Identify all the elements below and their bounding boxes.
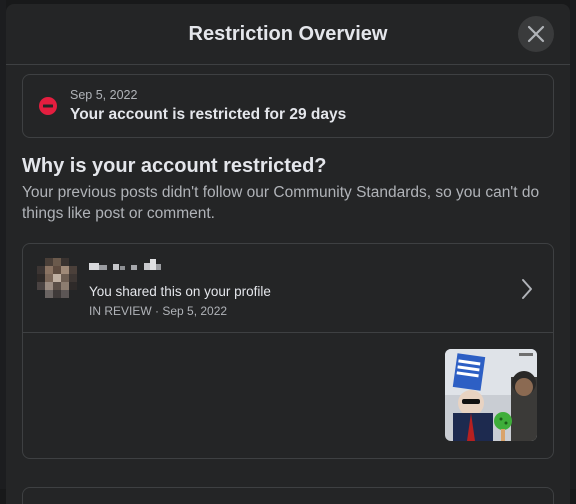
- chevron-right-icon[interactable]: [521, 278, 533, 300]
- restriction-dialog: Restriction Overview Sep 5, 2022 Your ac…: [6, 4, 570, 504]
- close-button[interactable]: [518, 16, 554, 52]
- close-icon: [527, 25, 545, 43]
- flagged-post-card: You shared this on your profile IN REVIE…: [22, 243, 554, 459]
- background-page-right: [570, 0, 576, 489]
- restricted-icon: [39, 97, 57, 115]
- reason-description: Your previous posts didn't follow our Co…: [22, 184, 540, 222]
- status-text-block: Sep 5, 2022 Your account is restricted f…: [70, 88, 346, 124]
- blurred-username: [89, 259, 161, 270]
- status-date: Sep 5, 2022: [70, 88, 138, 102]
- dialog-header: Restriction Overview: [6, 4, 570, 65]
- dialog-title: Restriction Overview: [188, 22, 388, 45]
- status-message: Your account is restricted for 29 days: [70, 106, 347, 123]
- post-status-meta: IN REVIEW · Sep 5, 2022: [89, 304, 228, 318]
- dialog-content: Sep 5, 2022 Your account is restricted f…: [6, 65, 570, 504]
- reason-heading: Why is your account restricted?: [22, 155, 327, 177]
- post-image-thumbnail[interactable]: [445, 349, 537, 441]
- next-post-card: [22, 487, 554, 504]
- avatar: [37, 258, 77, 302]
- restriction-status-card: Sep 5, 2022 Your account is restricted f…: [22, 74, 554, 138]
- post-header[interactable]: You shared this on your profile IN REVIE…: [23, 244, 553, 333]
- post-action-text: You shared this on your profile: [89, 284, 271, 299]
